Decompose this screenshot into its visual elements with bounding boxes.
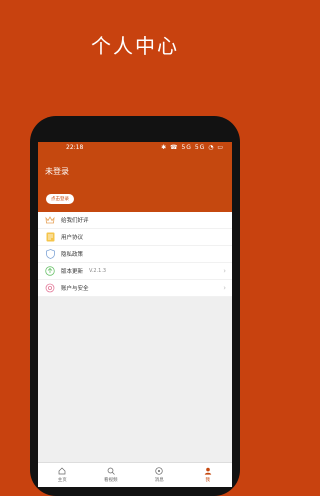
menu-item-rate-us[interactable]: 给我们好评 bbox=[38, 212, 232, 229]
status-time: 22:18 bbox=[66, 144, 84, 151]
phone-frame: 22:18 ✱ ☎ 5G 5G ◔ ▭ 未登录 点击登录 给我们好评 用户协议 bbox=[30, 116, 240, 496]
version-number: V.2.1.3 bbox=[89, 268, 107, 274]
chevron-right-icon: › bbox=[223, 267, 226, 275]
menu-item-version-update[interactable]: 版本更新 V.2.1.3 › bbox=[38, 263, 232, 280]
bottom-tab-bar: 主页 看视频 消息 我 bbox=[38, 462, 232, 487]
login-button[interactable]: 点击登录 bbox=[46, 194, 74, 204]
home-icon bbox=[58, 467, 66, 475]
person-icon bbox=[204, 467, 212, 475]
chevron-right-icon: › bbox=[223, 284, 226, 292]
menu-item-user-agreement[interactable]: 用户协议 bbox=[38, 229, 232, 246]
message-icon bbox=[155, 467, 163, 475]
tab-watch-video[interactable]: 看视频 bbox=[87, 463, 136, 487]
status-bar: 22:18 ✱ ☎ 5G 5G ◔ ▭ bbox=[38, 142, 232, 154]
tab-label: 主页 bbox=[57, 478, 67, 483]
tab-messages[interactable]: 消息 bbox=[135, 463, 184, 487]
document-icon bbox=[45, 232, 55, 242]
menu-item-label: 隐私政策 bbox=[61, 252, 84, 258]
hero-title: 个人中心 bbox=[91, 34, 179, 58]
menu-item-label: 版本更新 bbox=[61, 269, 84, 275]
shield-icon bbox=[45, 249, 55, 259]
update-icon bbox=[45, 266, 55, 276]
tab-home[interactable]: 主页 bbox=[38, 463, 87, 487]
tab-me[interactable]: 我 bbox=[184, 463, 233, 487]
tab-label: 消息 bbox=[154, 478, 164, 483]
menu-item-label: 账户与安全 bbox=[61, 286, 89, 292]
app-screen: 22:18 ✱ ☎ 5G 5G ◔ ▭ 未登录 点击登录 给我们好评 用户协议 bbox=[38, 142, 232, 487]
menu-item-privacy-policy[interactable]: 隐私政策 bbox=[38, 246, 232, 263]
tab-label: 看视频 bbox=[104, 478, 118, 483]
tab-label: 我 bbox=[205, 478, 211, 483]
crown-icon bbox=[45, 215, 55, 225]
profile-header: 未登录 点击登录 bbox=[38, 154, 232, 212]
settings-menu: 给我们好评 用户协议 隐私政策 版本更新 V.2.1.3 › 账户与安全 › bbox=[38, 212, 232, 297]
gear-icon bbox=[45, 283, 55, 293]
search-icon bbox=[107, 467, 115, 475]
menu-item-label: 用户协议 bbox=[61, 235, 84, 241]
menu-item-label: 给我们好评 bbox=[61, 218, 89, 224]
login-status-title[interactable]: 未登录 bbox=[45, 166, 69, 177]
menu-item-account-security[interactable]: 账户与安全 › bbox=[38, 280, 232, 297]
status-icons: ✱ ☎ 5G 5G ◔ ▭ bbox=[161, 144, 224, 151]
